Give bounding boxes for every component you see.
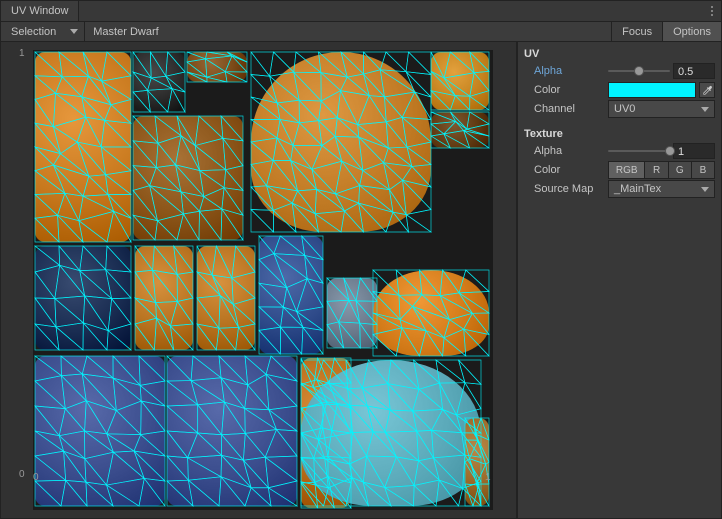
object-name-text: Master Dwarf bbox=[93, 26, 158, 38]
uv-alpha-label[interactable]: Alpha bbox=[524, 65, 604, 77]
uv-section-heading: UV bbox=[524, 46, 715, 61]
texture-sourcemap-dropdown[interactable]: _MainTex bbox=[608, 180, 715, 198]
texture-alpha-row: Alpha 1 bbox=[524, 142, 715, 160]
focus-button-label: Focus bbox=[622, 26, 652, 38]
uv-canvas[interactable] bbox=[33, 50, 493, 510]
window-title: UV Window bbox=[11, 5, 68, 17]
toolbar: Selection Master Dwarf Focus Options bbox=[1, 22, 721, 42]
mode-dropdown[interactable]: Selection bbox=[1, 22, 85, 41]
uv-channel-dropdown[interactable]: UV0 bbox=[608, 100, 715, 118]
axis-tick: 1 bbox=[485, 472, 491, 483]
texture-color-g-button[interactable]: G bbox=[669, 161, 692, 179]
texture-color-b-button[interactable]: B bbox=[692, 161, 715, 179]
uv-alpha-slider[interactable] bbox=[608, 64, 670, 78]
chevron-down-icon bbox=[70, 29, 78, 34]
uv-channel-row: Channel UV0 bbox=[524, 100, 715, 118]
texture-color-r-button[interactable]: R bbox=[645, 161, 668, 179]
axis-tick: 1 bbox=[19, 48, 25, 59]
eyedropper-icon bbox=[702, 85, 713, 96]
axis-tick: 0 bbox=[19, 469, 25, 480]
options-button[interactable]: Options bbox=[662, 22, 721, 41]
texture-alpha-label: Alpha bbox=[524, 145, 604, 157]
selected-object-name: Master Dwarf bbox=[85, 22, 611, 41]
texture-color-rgb-button[interactable]: RGB bbox=[608, 161, 645, 179]
eyedropper-button[interactable] bbox=[699, 82, 715, 98]
window-tab[interactable]: UV Window bbox=[1, 1, 79, 21]
uv-viewport[interactable]: 1 0 0 1 bbox=[1, 42, 518, 518]
mode-dropdown-label: Selection bbox=[11, 26, 56, 38]
texture-color-row: Color RGBRGB bbox=[524, 161, 715, 179]
uv-wire-overlay bbox=[33, 50, 493, 510]
uv-alpha-value[interactable]: 0.5 bbox=[673, 63, 715, 79]
options-panel: UV Alpha 0.5 Color bbox=[518, 42, 721, 518]
uv-color-field[interactable] bbox=[608, 82, 696, 98]
texture-sourcemap-row: Source Map _MainTex bbox=[524, 180, 715, 198]
axis-tick: 0 bbox=[33, 472, 39, 483]
uv-alpha-row: Alpha 0.5 bbox=[524, 62, 715, 80]
context-menu-button[interactable] bbox=[703, 1, 721, 21]
kebab-icon bbox=[711, 6, 713, 16]
title-bar: UV Window bbox=[1, 1, 721, 22]
horizontal-axis: 0 1 bbox=[33, 472, 508, 484]
vertical-axis: 1 0 bbox=[21, 50, 31, 478]
texture-sourcemap-label: Source Map bbox=[524, 183, 604, 195]
chevron-down-icon bbox=[701, 107, 709, 112]
texture-color-mode-group: RGBRGB bbox=[608, 161, 715, 179]
focus-button[interactable]: Focus bbox=[611, 22, 662, 41]
main-area: 1 0 0 1 UV Alpha 0.5 bbox=[1, 42, 721, 518]
texture-section-heading: Texture bbox=[524, 126, 715, 141]
texture-sourcemap-value: _MainTex bbox=[614, 183, 661, 195]
texture-alpha-slider[interactable] bbox=[608, 144, 670, 158]
uv-channel-value: UV0 bbox=[614, 103, 635, 115]
uv-color-label: Color bbox=[524, 84, 604, 96]
chevron-down-icon bbox=[701, 187, 709, 192]
texture-color-label: Color bbox=[524, 164, 604, 176]
texture-alpha-value[interactable]: 1 bbox=[673, 143, 715, 159]
titlebar-spacer bbox=[79, 1, 703, 21]
options-button-label: Options bbox=[673, 26, 711, 38]
uv-color-row: Color bbox=[524, 81, 715, 99]
uv-channel-label: Channel bbox=[524, 103, 604, 115]
